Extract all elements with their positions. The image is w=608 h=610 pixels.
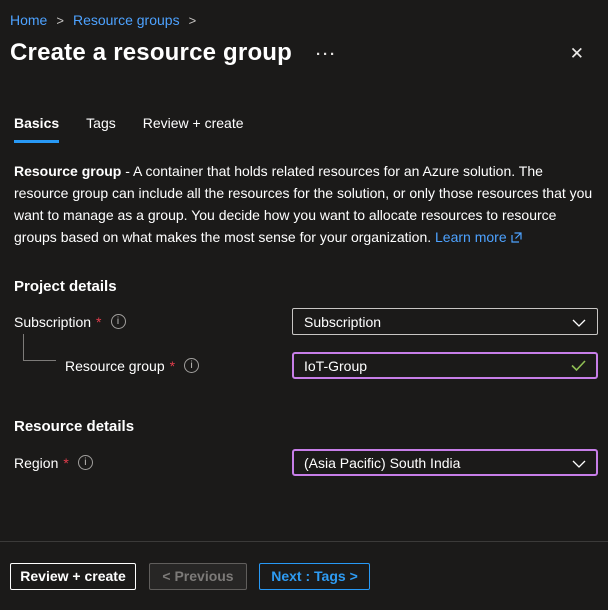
- subscription-label: Subscription: [14, 313, 92, 330]
- info-icon[interactable]: i: [110, 314, 126, 329]
- more-options-icon[interactable]: ···: [316, 47, 337, 62]
- breadcrumb-link-resource-groups[interactable]: Resource groups: [73, 12, 180, 28]
- page-title: Create a resource group: [10, 39, 293, 66]
- chevron-down-icon: [572, 314, 586, 330]
- region-dropdown[interactable]: (Asia Pacific) South India: [292, 449, 598, 476]
- previous-button[interactable]: < Previous: [149, 562, 247, 590]
- resource-group-name-value: IoT-Group: [304, 357, 368, 374]
- info-icon[interactable]: i: [184, 358, 200, 373]
- subscription-dropdown[interactable]: Subscription: [292, 308, 598, 335]
- learn-more-link[interactable]: Learn more: [435, 229, 507, 245]
- resource-group-name-input[interactable]: IoT-Group: [292, 352, 598, 379]
- external-link-icon: [511, 227, 522, 249]
- required-asterisk: *: [96, 313, 102, 330]
- info-icon[interactable]: i: [77, 455, 93, 470]
- chevron-down-icon: [572, 455, 586, 471]
- region-dropdown-value: (Asia Pacific) South India: [304, 454, 461, 471]
- next-tags-button[interactable]: Next : Tags >: [259, 562, 370, 590]
- required-asterisk: *: [169, 357, 176, 374]
- resource-group-description: Resource group - A container that holds …: [14, 160, 600, 249]
- dialog-footer: Review + create < Previous Next : Tags >: [0, 541, 608, 610]
- region-field-row: Region * i (Asia Pacific) South India: [0, 449, 608, 476]
- section-heading-resource-details: Resource details: [14, 418, 135, 435]
- breadcrumb-separator-icon: >: [188, 12, 197, 28]
- valid-check-icon: [571, 358, 586, 374]
- breadcrumb: Home > Resource groups >: [0, 0, 608, 28]
- tab-basics[interactable]: Basics: [14, 115, 60, 143]
- close-icon[interactable]: ✕: [570, 45, 584, 62]
- resource-group-label: Resource group: [65, 357, 165, 374]
- breadcrumb-separator-icon: >: [56, 12, 64, 28]
- subscription-label-area: Subscription * i: [14, 314, 292, 330]
- subscription-dropdown-value: Subscription: [304, 313, 382, 330]
- region-label-area: Region * i: [14, 455, 292, 471]
- resource-group-label-area: Resource group * i: [65, 358, 292, 374]
- breadcrumb-link-home[interactable]: Home: [10, 12, 47, 28]
- tab-tags[interactable]: Tags: [86, 115, 116, 143]
- subscription-field-row: Subscription * i Subscription: [0, 308, 608, 335]
- tab-bar: Basics Tags Review + create: [14, 115, 608, 143]
- field-connector-line: [23, 334, 56, 361]
- required-asterisk: *: [63, 454, 69, 471]
- tab-review-create[interactable]: Review + create: [143, 115, 244, 143]
- review-create-button[interactable]: Review + create: [10, 562, 136, 590]
- region-label: Region: [14, 454, 59, 471]
- description-lead: Resource group: [14, 163, 122, 179]
- dialog-header: Create a resource group ··· ✕: [10, 39, 598, 67]
- resource-group-field-row: Resource group * i IoT-Group: [0, 334, 608, 379]
- section-heading-project-details: Project details: [14, 278, 117, 295]
